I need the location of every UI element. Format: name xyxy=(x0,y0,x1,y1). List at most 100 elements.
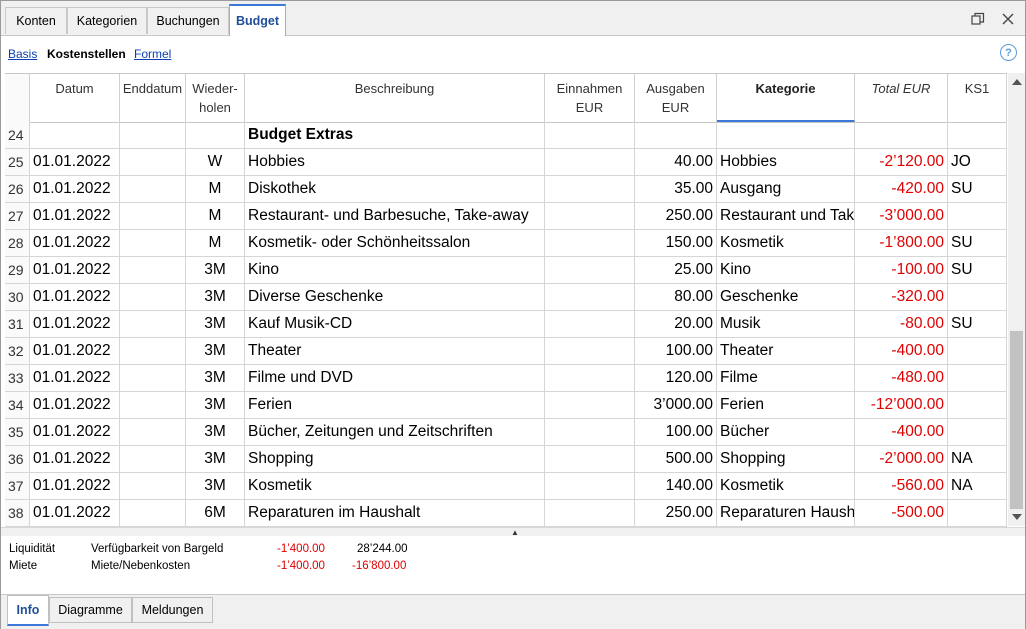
cell-ausgaben[interactable] xyxy=(635,122,717,148)
close-icon[interactable] xyxy=(999,10,1017,28)
cell-ausgaben[interactable]: 80.00 xyxy=(635,284,717,310)
tab-diagramme[interactable]: Diagramme xyxy=(49,597,132,623)
cell-enddatum[interactable] xyxy=(120,311,186,337)
tab-konten[interactable]: Konten xyxy=(5,7,67,34)
cell-kategorie[interactable]: Kosmetik xyxy=(717,230,855,256)
cell-wiederholen[interactable]: 3M xyxy=(186,338,245,364)
cell-datum[interactable]: 01.01.2022 xyxy=(30,338,120,364)
cell-datum[interactable]: 01.01.2022 xyxy=(30,473,120,499)
cell-enddatum[interactable] xyxy=(120,257,186,283)
cell-datum[interactable]: 01.01.2022 xyxy=(30,203,120,229)
cell-kategorie[interactable]: Musik xyxy=(717,311,855,337)
table-row[interactable]: 30 01.01.2022 3M Diverse Geschenke 80.00 Gesc… xyxy=(5,284,1007,311)
cell-kategorie[interactable]: Filme xyxy=(717,365,855,391)
cell-enddatum[interactable] xyxy=(120,473,186,499)
cell-datum[interactable]: 01.01.2022 xyxy=(30,500,120,526)
cell-ausgaben[interactable]: 250.00 xyxy=(635,203,717,229)
header-ks1[interactable]: KS1 xyxy=(948,74,1007,122)
cell-enddatum[interactable] xyxy=(120,392,186,418)
cell-beschreibung[interactable]: Theater xyxy=(245,338,545,364)
cell-wiederholen[interactable]: 3M xyxy=(186,365,245,391)
table-row[interactable]: 31 01.01.2022 3M Kauf Musik-CD 20.00 Musik -80… xyxy=(5,311,1007,338)
cell-ausgaben[interactable]: 3’000.00 xyxy=(635,392,717,418)
cell-wiederholen[interactable]: 3M xyxy=(186,446,245,472)
cell-kategorie[interactable]: Restaurant und Take xyxy=(717,203,855,229)
cell-ks1[interactable] xyxy=(948,500,1007,526)
cell-total[interactable]: -100.00 xyxy=(855,257,948,283)
cell-enddatum[interactable] xyxy=(120,500,186,526)
cell-ausgaben[interactable]: 120.00 xyxy=(635,365,717,391)
cell-enddatum[interactable] xyxy=(120,149,186,175)
header-wiederholen[interactable]: Wieder-holen xyxy=(186,74,245,122)
cell-datum[interactable]: 01.01.2022 xyxy=(30,257,120,283)
header-total[interactable]: Total EUR xyxy=(855,74,948,122)
cell-wiederholen[interactable]: 3M xyxy=(186,311,245,337)
cell-ks1[interactable] xyxy=(948,338,1007,364)
cell-ks1[interactable] xyxy=(948,122,1007,148)
cell-enddatum[interactable] xyxy=(120,122,186,148)
cell-einnahmen[interactable] xyxy=(545,365,635,391)
scroll-thumb[interactable] xyxy=(1010,331,1023,509)
cell-datum[interactable]: 01.01.2022 xyxy=(30,446,120,472)
cell-ausgaben[interactable]: 250.00 xyxy=(635,500,717,526)
table-row[interactable]: 32 01.01.2022 3M Theater 100.00 Theater -400.0… xyxy=(5,338,1007,365)
cell-einnahmen[interactable] xyxy=(545,446,635,472)
cell-beschreibung[interactable]: Budget Extras xyxy=(245,122,545,148)
cell-wiederholen[interactable] xyxy=(186,122,245,148)
cell-kategorie[interactable]: Ferien xyxy=(717,392,855,418)
cell-enddatum[interactable] xyxy=(120,365,186,391)
cell-total[interactable]: -560.00 xyxy=(855,473,948,499)
cell-total[interactable]: -400.00 xyxy=(855,338,948,364)
cell-beschreibung[interactable]: Filme und DVD xyxy=(245,365,545,391)
cell-ausgaben[interactable]: 100.00 xyxy=(635,419,717,445)
panel-splitter[interactable]: ▲ xyxy=(1,527,1025,537)
cell-datum[interactable]: 01.01.2022 xyxy=(30,176,120,202)
cell-wiederholen[interactable]: M xyxy=(186,230,245,256)
cell-ks1[interactable]: SU xyxy=(948,176,1007,202)
cell-kategorie[interactable]: Kosmetik xyxy=(717,473,855,499)
cell-datum[interactable]: 01.01.2022 xyxy=(30,392,120,418)
cell-ks1[interactable] xyxy=(948,419,1007,445)
cell-beschreibung[interactable]: Kauf Musik-CD xyxy=(245,311,545,337)
header-datum[interactable]: Datum xyxy=(30,74,120,122)
header-ausgaben[interactable]: Ausgaben EUR xyxy=(635,74,717,122)
cell-ks1[interactable] xyxy=(948,203,1007,229)
table-row[interactable]: 33 01.01.2022 3M Filme und DVD 120.00 Filme -4… xyxy=(5,365,1007,392)
scroll-down-icon[interactable] xyxy=(1012,514,1022,520)
cell-kategorie[interactable]: Reparaturen Haush xyxy=(717,500,855,526)
cell-beschreibung[interactable]: Diverse Geschenke xyxy=(245,284,545,310)
cell-ks1[interactable]: SU xyxy=(948,311,1007,337)
table-row[interactable]: 27 01.01.2022 M Restaurant- und Barbesuche,… xyxy=(5,203,1007,230)
cell-einnahmen[interactable] xyxy=(545,149,635,175)
scroll-up-icon[interactable] xyxy=(1012,79,1022,85)
cell-wiederholen[interactable]: 3M xyxy=(186,392,245,418)
table-row[interactable]: 28 01.01.2022 M Kosmetik- oder Schönheitssa… xyxy=(5,230,1007,257)
cell-wiederholen[interactable]: W xyxy=(186,149,245,175)
cell-ks1[interactable] xyxy=(948,365,1007,391)
cell-ks1[interactable] xyxy=(948,392,1007,418)
cell-beschreibung[interactable]: Kosmetik xyxy=(245,473,545,499)
view-kostenstellen-link[interactable]: Kostenstellen xyxy=(47,47,126,61)
cell-kategorie[interactable]: Hobbies xyxy=(717,149,855,175)
cell-ausgaben[interactable]: 35.00 xyxy=(635,176,717,202)
cell-wiederholen[interactable]: M xyxy=(186,203,245,229)
cell-einnahmen[interactable] xyxy=(545,203,635,229)
cell-einnahmen[interactable] xyxy=(545,473,635,499)
cell-ks1[interactable]: NA xyxy=(948,473,1007,499)
cell-ks1[interactable] xyxy=(948,284,1007,310)
cell-total[interactable]: -400.00 xyxy=(855,419,948,445)
cell-ausgaben[interactable]: 500.00 xyxy=(635,446,717,472)
tab-budget[interactable]: Budget xyxy=(229,4,286,36)
cell-wiederholen[interactable]: 6M xyxy=(186,500,245,526)
table-row[interactable]: 38 01.01.2022 6M Reparaturen im Haushalt 250… xyxy=(5,500,1007,527)
cell-datum[interactable]: 01.01.2022 xyxy=(30,230,120,256)
cell-kategorie[interactable]: Geschenke xyxy=(717,284,855,310)
cell-beschreibung[interactable]: Restaurant- und Barbesuche, Take-away xyxy=(245,203,545,229)
cell-ausgaben[interactable]: 140.00 xyxy=(635,473,717,499)
header-beschreibung[interactable]: Beschreibung xyxy=(245,74,545,122)
cell-datum[interactable]: 01.01.2022 xyxy=(30,311,120,337)
cell-kategorie[interactable]: Bücher xyxy=(717,419,855,445)
cell-einnahmen[interactable] xyxy=(545,419,635,445)
cell-ausgaben[interactable]: 25.00 xyxy=(635,257,717,283)
cell-datum[interactable] xyxy=(30,122,120,148)
